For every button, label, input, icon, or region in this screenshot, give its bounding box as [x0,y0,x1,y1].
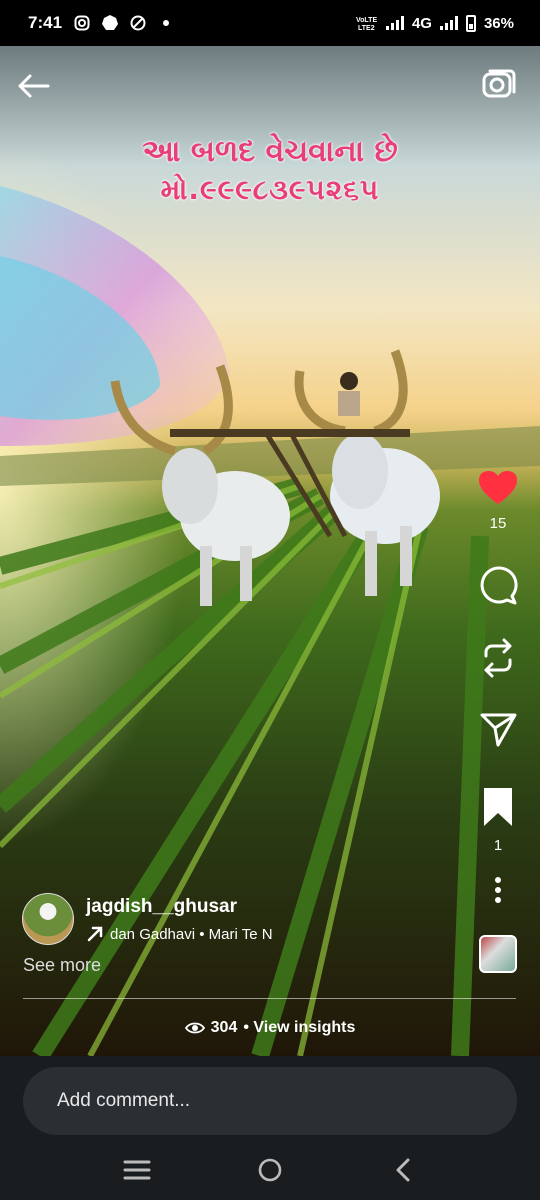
save-button[interactable]: 1 [476,786,520,854]
view-insights[interactable]: 304 • View insights [0,1019,540,1037]
like-button[interactable]: 15 [476,470,520,532]
signal-icon [439,16,458,30]
more-vertical-icon [495,877,501,903]
battery-percent: 36% [483,14,514,32]
camera-icon[interactable] [480,66,516,102]
view-insights-label: • View insights [243,1019,356,1036]
save-count: 1 [493,837,503,854]
video-overlay-text-line1: આ બળદ વેચવાના છે [142,134,398,169]
comment-icon [480,566,518,605]
comment-button[interactable] [476,566,520,611]
avatar[interactable] [22,893,74,945]
eye-icon [184,1022,205,1034]
network-label: 4G [411,14,432,32]
video-overlay-text-line2: મો.૯૯૯૮૩૯૫૨૬૫ [160,173,380,206]
divider [23,998,516,999]
bookmark-icon [484,788,512,826]
heart-icon [479,471,517,504]
volte-icon: VoLTELTE2 [356,17,377,32]
home-circle-icon [258,1158,282,1182]
recents-icon [123,1160,151,1180]
signal-icon [385,16,404,30]
audio-info[interactable]: dan Gadhavi • Mari Te N [86,925,286,943]
status-time: 7:41 [28,13,63,32]
instagram-icon [74,15,90,31]
send-icon [480,713,517,747]
home-button[interactable] [250,1150,290,1190]
circle-app-icon [102,15,119,30]
vpn-icon [130,15,146,31]
reel-video[interactable]: આ બળદ વેચવાના છે મો.૯૯૯૮૩૯૫૨૬૫ [0,46,540,1056]
more-options-button[interactable] [476,870,520,915]
dot-icon [163,20,170,26]
audio-text: dan Gadhavi • Mari Te N [110,925,273,943]
recent-apps-button[interactable] [117,1150,157,1190]
battery-icon [465,14,476,32]
back-arrow-icon[interactable] [14,66,54,106]
svg-text:VoLTE: VoLTE [356,17,377,24]
status-left: 7:41 [28,13,174,33]
back-chevron-icon [396,1158,410,1182]
remix-button[interactable] [476,636,520,685]
view-count: 304 [210,1019,238,1036]
username[interactable]: jagdish__ghusar [86,896,237,918]
trending-arrow-icon [87,926,103,942]
add-comment-input[interactable]: Add comment... [23,1067,517,1135]
remix-icon [484,638,512,678]
comment-placeholder: Add comment... [57,1090,191,1111]
status-bar: 7:41 VoLTE LTE2 4G 36% [0,0,540,46]
back-button[interactable] [383,1150,423,1190]
svg-text:LTE2: LTE2 [358,25,375,32]
system-navbar [0,1140,540,1200]
audio-thumbnail[interactable] [479,935,517,973]
see-more-link[interactable]: See more [23,955,101,976]
like-count: 15 [489,515,507,532]
share-button[interactable] [476,708,520,753]
status-right: VoLTE LTE2 4G 36% [356,14,514,32]
